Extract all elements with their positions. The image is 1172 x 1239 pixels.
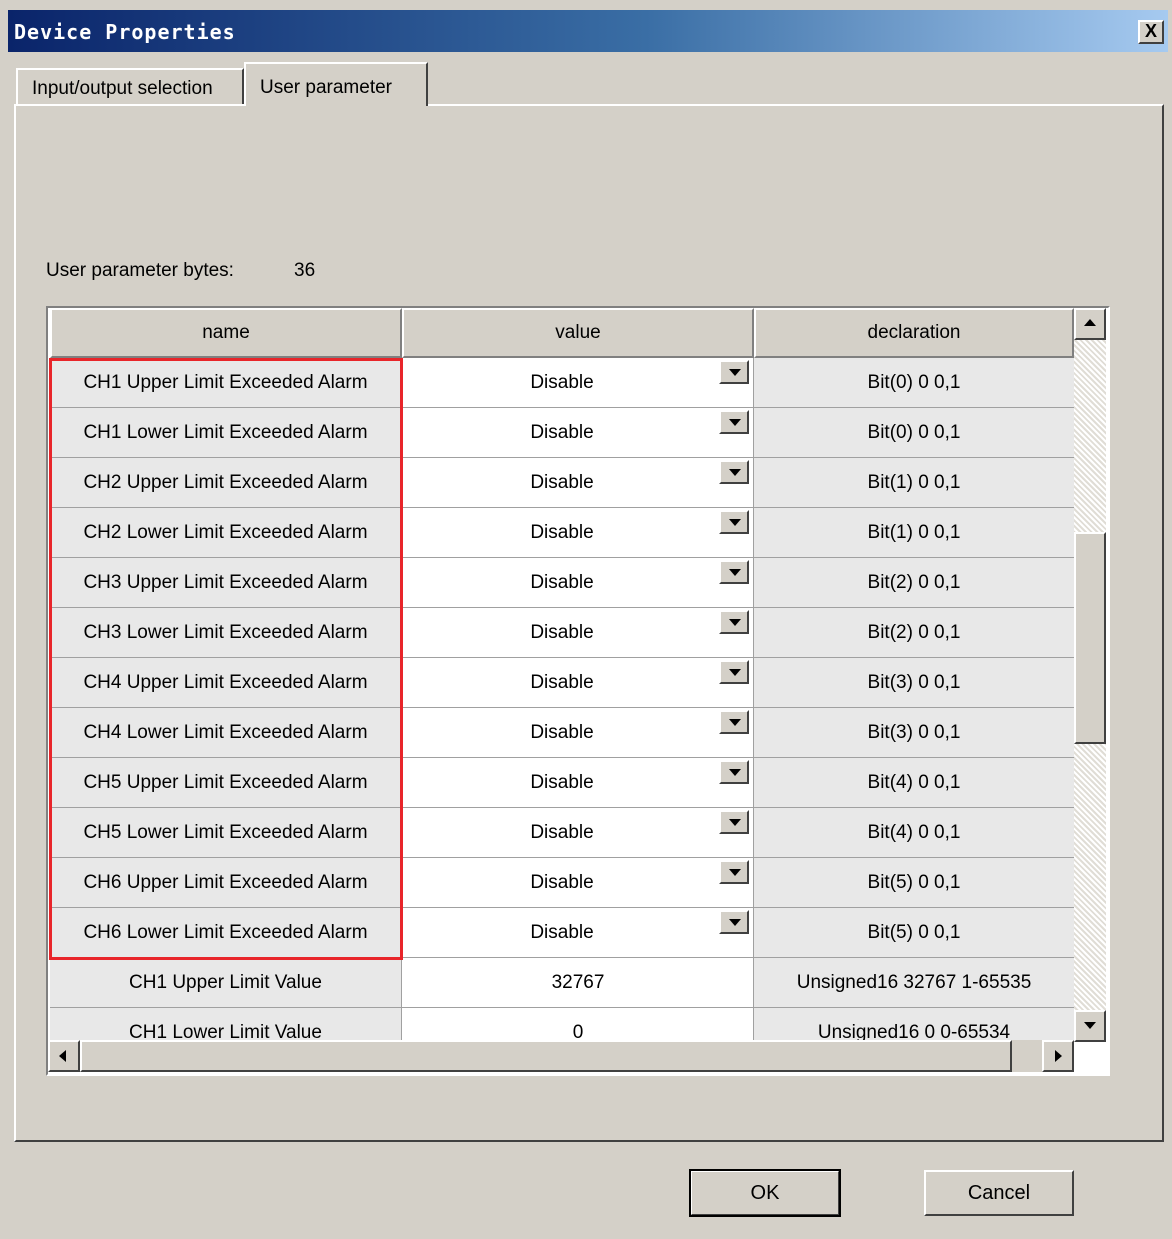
param-value-text: Disable [530,372,594,393]
param-declaration-cell: Bit(3) 0 0,1 [754,658,1074,708]
param-value-cell[interactable]: Disable [402,558,754,608]
table-row[interactable]: CH6 Upper Limit Exceeded Alarm Disable Bit… [50,858,1074,908]
param-name-cell: CH1 Lower Limit Exceeded Alarm [50,408,402,458]
horizontal-scroll-thumb[interactable] [80,1040,1012,1072]
dropdown-arrow-icon[interactable] [719,910,749,934]
table-row[interactable]: CH3 Upper Limit Exceeded Alarm Disable Bit… [50,558,1074,608]
scroll-down-arrow-icon[interactable] [1074,1010,1106,1042]
param-value-text: Disable [530,422,594,443]
table-row[interactable]: CH4 Lower Limit Exceeded Alarm Disable Bit… [50,708,1074,758]
param-declaration-cell: Bit(2) 0 0,1 [754,608,1074,658]
param-name-cell: CH2 Upper Limit Exceeded Alarm [50,458,402,508]
close-icon: X [1144,21,1157,41]
user-parameter-bytes-value: 36 [294,260,316,281]
horizontal-scrollbar[interactable] [48,1040,1074,1072]
param-value-text: Disable [530,872,594,893]
dropdown-arrow-icon[interactable] [719,510,749,534]
column-header-name[interactable]: name [50,308,402,358]
table-row[interactable]: CH2 Upper Limit Exceeded Alarm Disable Bit… [50,458,1074,508]
table-row[interactable]: CH4 Upper Limit Exceeded Alarm Disable Bit… [50,658,1074,708]
param-name-cell: CH5 Lower Limit Exceeded Alarm [50,808,402,858]
dropdown-arrow-icon[interactable] [719,410,749,434]
dropdown-arrow-icon[interactable] [719,660,749,684]
param-value-cell[interactable]: 32767 [402,958,754,1008]
param-value-text: Disable [530,522,594,543]
dropdown-arrow-icon[interactable] [719,710,749,734]
ok-button[interactable]: OK [689,1169,841,1217]
table-row[interactable]: CH5 Upper Limit Exceeded Alarm Disable Bit… [50,758,1074,808]
param-value-text: Disable [530,472,594,493]
param-value-cell[interactable]: Disable [402,758,754,808]
param-value-cell[interactable]: Disable [402,808,754,858]
param-name-cell: CH1 Upper Limit Exceeded Alarm [50,358,402,408]
param-declaration-cell: Bit(1) 0 0,1 [754,508,1074,558]
table-row[interactable]: CH1 Upper Limit Value 32767 Unsigned16 327… [50,958,1074,1008]
param-value-text: Disable [530,722,594,743]
param-value-text: Disable [530,622,594,643]
scroll-up-arrow-icon[interactable] [1074,308,1106,340]
vertical-scrollbar[interactable] [1074,308,1106,1042]
window-title: Device Properties [14,20,236,44]
parameter-grid: name value declaration CH1 Upper Limit E… [46,306,1110,1076]
param-declaration-cell: Bit(5) 0 0,1 [754,858,1074,908]
param-declaration-cell: Bit(0) 0 0,1 [754,408,1074,458]
param-value-cell[interactable]: Disable [402,708,754,758]
param-name-cell: CH4 Lower Limit Exceeded Alarm [50,708,402,758]
param-declaration-cell: Bit(2) 0 0,1 [754,558,1074,608]
param-name-cell: CH1 Upper Limit Value [50,958,402,1008]
param-declaration-cell: Unsigned16 32767 1-65535 [754,958,1074,1008]
dropdown-arrow-icon[interactable] [719,560,749,584]
table-row[interactable]: CH2 Lower Limit Exceeded Alarm Disable Bit… [50,508,1074,558]
param-value-text: 32767 [551,972,605,993]
param-value-cell[interactable]: Disable [402,358,754,408]
param-name-cell: CH6 Upper Limit Exceeded Alarm [50,858,402,908]
dropdown-arrow-icon[interactable] [719,810,749,834]
close-button[interactable]: X [1138,20,1164,44]
param-declaration-cell: Bit(1) 0 0,1 [754,458,1074,508]
param-value-cell[interactable]: Disable [402,508,754,558]
param-value-text: Disable [530,672,594,693]
param-value-text: Disable [530,572,594,593]
dropdown-arrow-icon[interactable] [719,360,749,384]
param-value-cell[interactable]: Disable [402,908,754,958]
param-value-cell[interactable]: Disable [402,408,754,458]
table-row[interactable]: CH1 Lower Limit Exceeded Alarm Disable Bit… [50,408,1074,458]
param-value-cell[interactable]: Disable [402,458,754,508]
table-row[interactable]: CH6 Lower Limit Exceeded Alarm Disable Bit… [50,908,1074,958]
param-declaration-cell: Bit(5) 0 0,1 [754,908,1074,958]
param-value-text: Disable [530,772,594,793]
column-header-value[interactable]: value [402,308,754,358]
param-name-cell: CH5 Upper Limit Exceeded Alarm [50,758,402,808]
dropdown-arrow-icon[interactable] [719,610,749,634]
param-name-cell: CH6 Lower Limit Exceeded Alarm [50,908,402,958]
vertical-scroll-thumb[interactable] [1074,532,1106,744]
tab-user-parameter[interactable]: User parameter [244,62,428,106]
cancel-button[interactable]: Cancel [924,1170,1074,1216]
dropdown-arrow-icon[interactable] [719,760,749,784]
table-row[interactable]: CH1 Upper Limit Exceeded Alarm Disable Bit… [50,358,1074,408]
title-bar: Device Properties X [8,10,1168,52]
param-declaration-cell: Bit(4) 0 0,1 [754,808,1074,858]
param-name-cell: CH3 Lower Limit Exceeded Alarm [50,608,402,658]
column-header-declaration[interactable]: declaration [754,308,1074,358]
param-name-cell: CH3 Upper Limit Exceeded Alarm [50,558,402,608]
param-value-cell[interactable]: Disable [402,608,754,658]
param-value-cell[interactable]: Disable [402,658,754,708]
scroll-left-arrow-icon[interactable] [48,1040,80,1072]
param-value-text: Disable [530,822,594,843]
dropdown-arrow-icon[interactable] [719,860,749,884]
param-declaration-cell: Bit(3) 0 0,1 [754,708,1074,758]
user-parameter-bytes-label: User parameter bytes: [46,260,234,281]
table-row[interactable]: CH3 Lower Limit Exceeded Alarm Disable Bit… [50,608,1074,658]
param-name-cell: CH4 Upper Limit Exceeded Alarm [50,658,402,708]
param-value-text: Disable [530,922,594,943]
dropdown-arrow-icon[interactable] [719,460,749,484]
tab-input-output-selection[interactable]: Input/output selection [16,68,244,106]
param-declaration-cell: Bit(4) 0 0,1 [754,758,1074,808]
param-name-cell: CH2 Lower Limit Exceeded Alarm [50,508,402,558]
param-value-cell[interactable]: Disable [402,858,754,908]
table-row[interactable]: CH5 Lower Limit Exceeded Alarm Disable Bit… [50,808,1074,858]
scroll-right-arrow-icon[interactable] [1042,1040,1074,1072]
param-declaration-cell: Bit(0) 0 0,1 [754,358,1074,408]
